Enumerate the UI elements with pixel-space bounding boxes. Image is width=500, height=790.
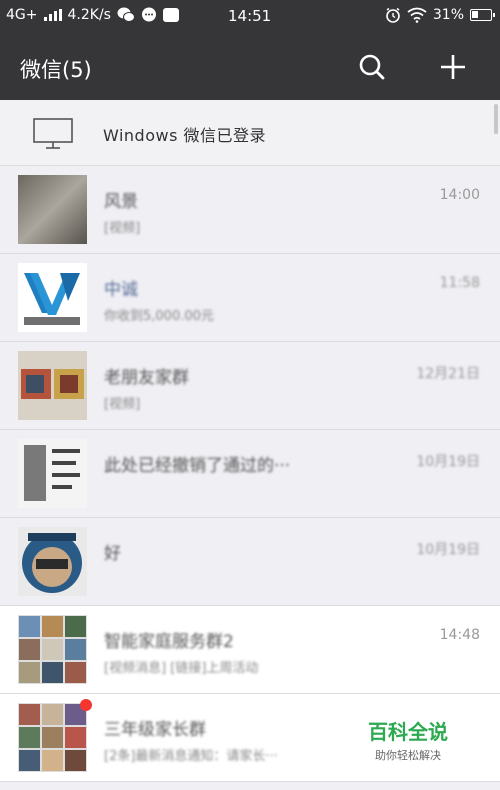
login-banner-text: Windows 微信已登录	[103, 126, 267, 145]
chat-time: 11:58	[439, 275, 480, 291]
signal-icon	[43, 9, 62, 21]
chat-name: 老朋友家群	[104, 368, 189, 388]
chat-row[interactable]: 中诚 你收到5,000.00元 11:58	[0, 254, 500, 342]
chat-name: 此处已经撤销了通过的···	[104, 456, 291, 476]
wifi-icon	[407, 7, 427, 23]
avatar	[18, 263, 87, 332]
chat-name: 智能家庭服务群2	[104, 632, 234, 652]
chat-list: 风景 [视频] 14:00 中诚 你收到5,000.00元 11:58 老朋友家…	[0, 166, 500, 790]
chat-time: 14:48	[439, 627, 480, 643]
avatar	[18, 351, 87, 420]
chat-row[interactable]: 智能家庭服务群2 [视频消息] [链接]上周活动 14:48	[0, 606, 500, 694]
status-right: 31%	[385, 7, 495, 23]
chat-row[interactable]: 风景 [视频] 14:00	[0, 166, 500, 254]
search-icon	[359, 54, 385, 80]
chat-row[interactable]: 好 10月19日	[0, 518, 500, 606]
plus-icon	[441, 55, 465, 79]
avatar	[18, 439, 87, 508]
chat-preview: [2条]最新消息通知：请家长···	[104, 749, 278, 764]
app-header: 微信(5)	[0, 33, 500, 100]
chat-name: 三年级家长群	[104, 720, 206, 740]
status-left: 4G+ 4.2K/s	[6, 7, 179, 23]
avatar	[18, 527, 87, 596]
chat-preview: 你收到5,000.00元	[104, 309, 214, 324]
avatar	[18, 175, 87, 244]
watermark: 百科全说 助你轻松解决	[352, 712, 464, 772]
avatar	[18, 703, 87, 772]
watermark-title: 百科全说	[368, 720, 448, 744]
scrollbar[interactable]	[494, 104, 498, 134]
monitor-icon	[33, 118, 73, 149]
search-button[interactable]	[355, 50, 389, 84]
watermark-subtitle: 助你轻松解决	[375, 749, 441, 762]
chat-name: 中诚	[104, 280, 138, 300]
wechat-notification-icon	[117, 7, 135, 22]
battery-icon	[470, 9, 495, 21]
chat-time: 10月19日	[416, 454, 480, 470]
chat-row[interactable]: 老朋友家群 [视频] 12月21日	[0, 342, 500, 430]
alarm-icon	[386, 7, 400, 23]
unread-badge	[80, 699, 92, 711]
network-type: 4G+	[6, 7, 38, 23]
page-title: 微信(5)	[20, 58, 92, 82]
avatar	[18, 615, 87, 684]
network-speed: 4.2K/s	[67, 7, 111, 23]
battery-percent: 31%	[432, 7, 464, 23]
windows-login-banner[interactable]: Windows 微信已登录	[0, 100, 500, 166]
chat-preview: [视频]	[104, 397, 141, 412]
chat-time: 10月19日	[416, 542, 480, 558]
chat-name: 风景	[104, 192, 138, 212]
app-notification-icon	[162, 8, 179, 22]
status-bar: 4G+ 4.2K/s 14:51 31%	[0, 0, 500, 33]
chat-time: 14:00	[439, 187, 480, 203]
chat-row[interactable]: 此处已经撤销了通过的··· 10月19日	[0, 430, 500, 518]
chat-preview: [视频消息] [链接]上周活动	[104, 661, 259, 676]
chat-bubble-icon	[141, 7, 156, 22]
chat-time: 12月21日	[416, 366, 480, 382]
clock: 14:51	[228, 7, 272, 25]
chat-name: 好	[104, 544, 121, 564]
chat-preview: [视频]	[104, 221, 141, 236]
add-button[interactable]	[436, 50, 470, 84]
